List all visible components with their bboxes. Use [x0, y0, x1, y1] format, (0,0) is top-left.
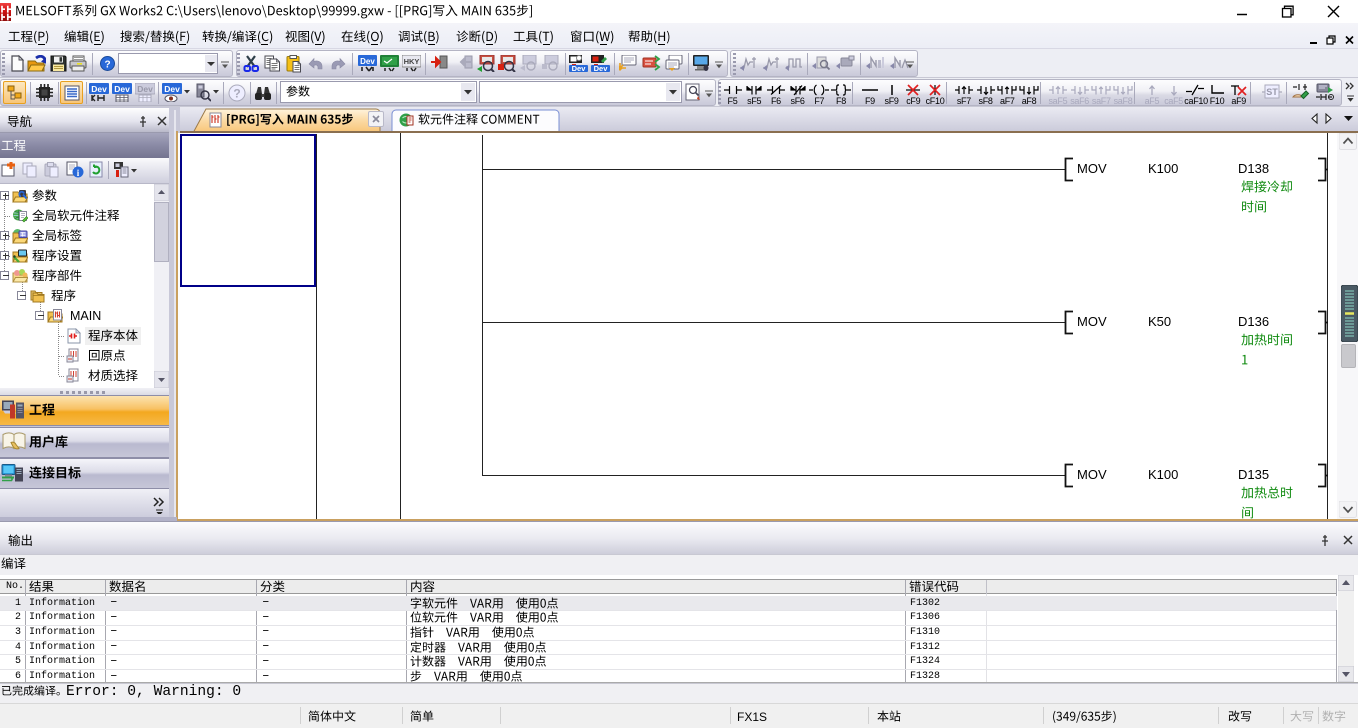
svg-text:?: ?: [233, 87, 240, 101]
svg-text:Dev: Dev: [91, 84, 107, 94]
svg-text:?: ?: [104, 60, 110, 71]
svg-text:Dev: Dev: [572, 64, 587, 72]
svg-text:HKY: HKY: [404, 57, 420, 66]
svg-text:Dev: Dev: [360, 57, 375, 66]
svg-text:ST: ST: [1266, 87, 1278, 97]
svg-text:Dev: Dev: [137, 84, 153, 94]
svg-text:Dev: Dev: [164, 84, 180, 94]
svg-text:Dev: Dev: [594, 64, 609, 72]
svg-text:Dev: Dev: [114, 84, 130, 94]
